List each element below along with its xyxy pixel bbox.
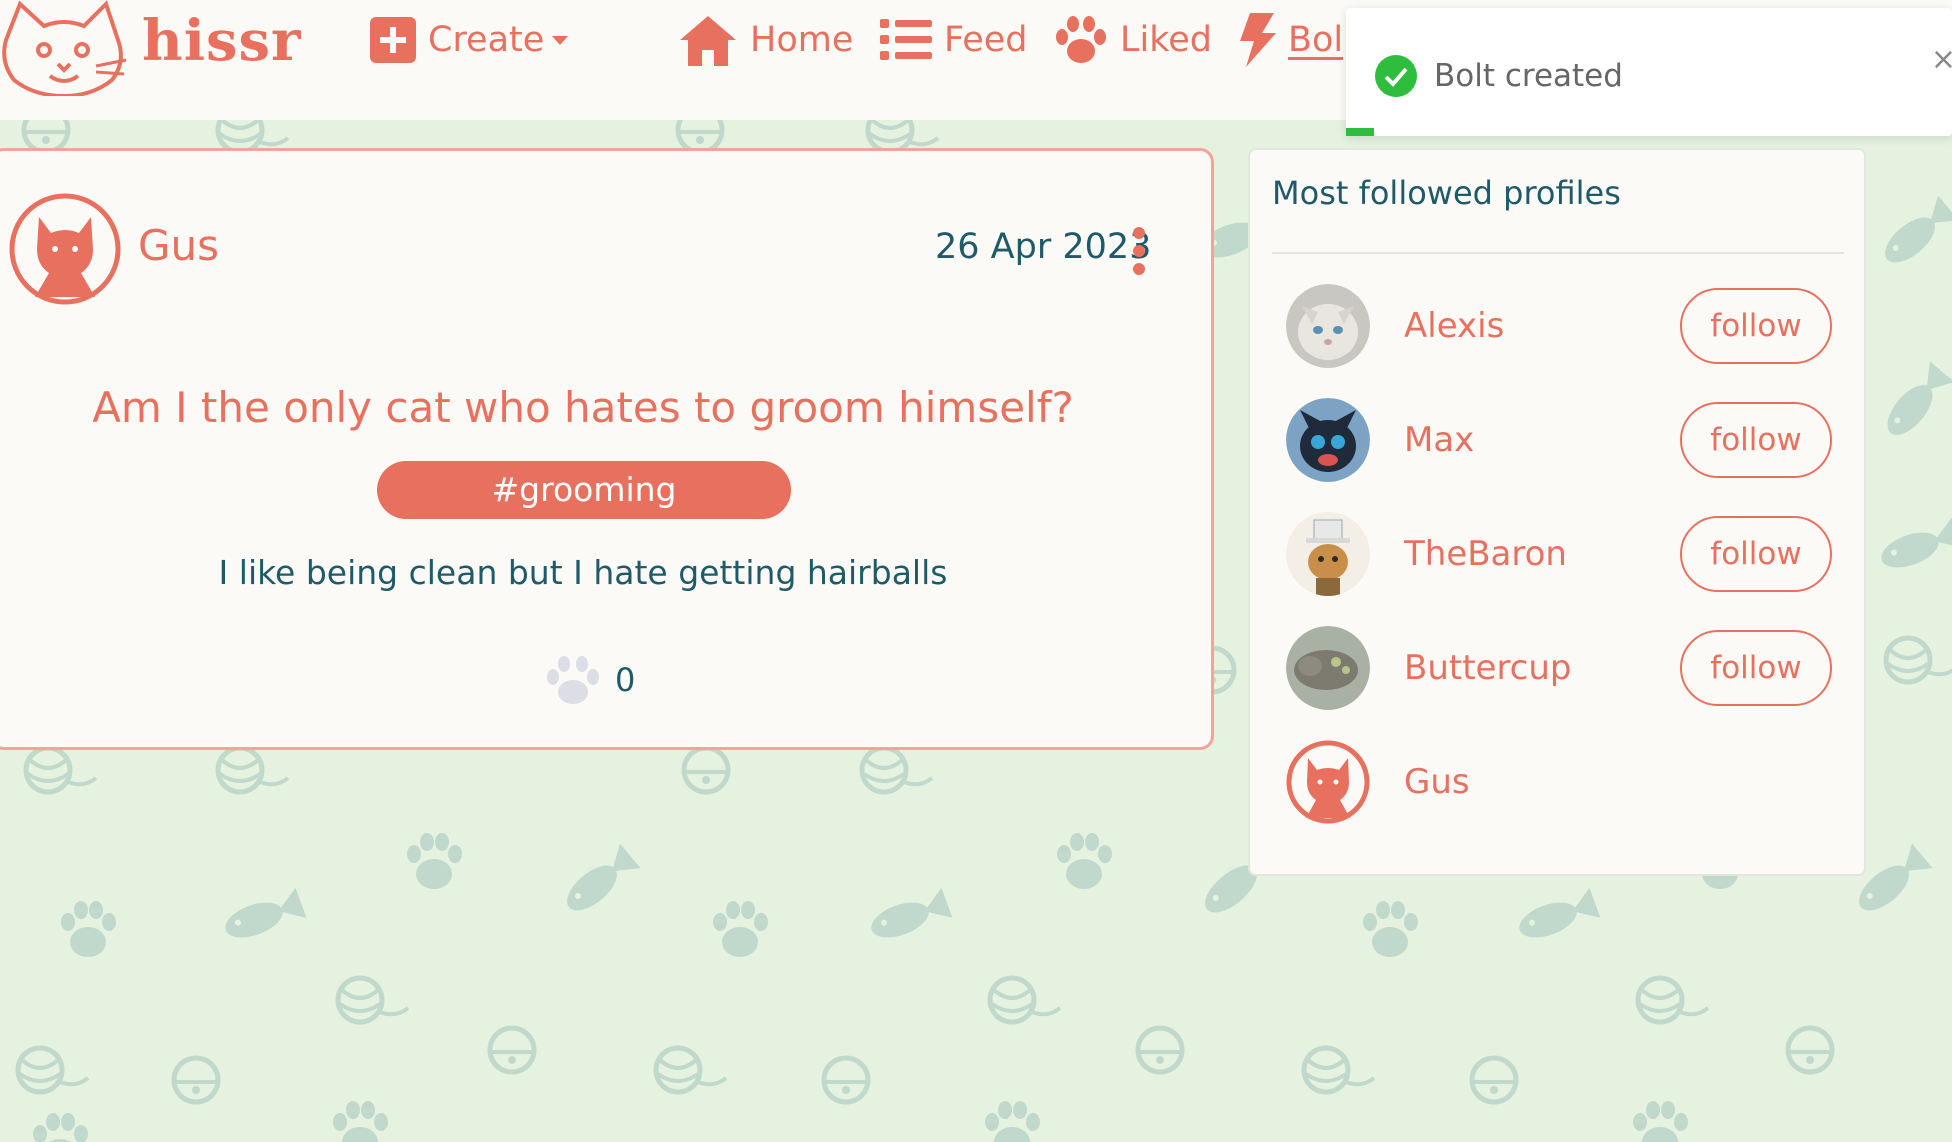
profile-name[interactable]: TheBaron [1404,534,1567,574]
avatar[interactable] [9,193,121,305]
post-date: 26 Apr 2023 [935,227,1152,267]
most-followed-sidebar: Most followed profiles Alexis follow Max… [1248,148,1866,876]
profile-row-max: Max follow [1286,398,1846,482]
nav-bolts-label: Bol [1288,20,1344,60]
more-options-icon[interactable] [1133,227,1147,275]
list-icon [880,19,932,60]
nav-bolts[interactable]: Bol [1236,13,1344,67]
profile-name[interactable]: Max [1404,420,1474,460]
post-card: Gus 26 Apr 2023 Am I the only cat who ha… [0,148,1214,750]
home-icon [680,16,736,66]
avatar[interactable] [1286,512,1370,596]
profile-row-buttercup: Buttercup follow [1286,626,1846,710]
plus-square-icon [370,17,416,63]
divider [1272,252,1844,254]
profile-name[interactable]: Buttercup [1404,648,1572,688]
paw-icon [1056,16,1106,63]
profile-row-thebaron: TheBaron follow [1286,512,1846,596]
post-body: I like being clean but I hate getting ha… [218,553,948,592]
sidebar-title: Most followed profiles [1272,174,1621,212]
nav-feed-label: Feed [944,20,1028,60]
profile-row-gus: Gus [1286,740,1846,824]
avatar[interactable] [1286,740,1370,824]
nav-home[interactable]: Home [678,14,853,66]
brand-name: hissr [142,8,302,74]
nav-create-label: Create [428,20,545,60]
follow-button[interactable]: follow [1680,288,1832,364]
post-title: Am I the only cat who hates to groom him… [92,383,1074,432]
bolt-icon [1240,13,1276,67]
nav-create-dropdown[interactable]: Create [370,14,569,66]
chevron-down-icon [552,35,569,45]
like-count: 0 [615,661,636,699]
profile-row-alexis: Alexis follow [1286,284,1846,368]
post-likes: 0 [545,655,635,705]
nav-home-label: Home [750,20,854,60]
profile-name[interactable]: Gus [1404,762,1470,802]
nav-liked-label: Liked [1120,20,1212,60]
follow-button[interactable]: follow [1680,630,1832,706]
check-circle-icon [1375,55,1417,97]
toast-notification: Bolt created × [1346,8,1952,136]
cat-face-icon [2,0,127,96]
toast-progress-bar [1346,128,1374,136]
avatar[interactable] [1286,398,1370,482]
profile-name[interactable]: Alexis [1404,306,1504,346]
nav-feed[interactable]: Feed [880,14,1028,66]
follow-button[interactable]: follow [1680,516,1832,592]
post-author[interactable]: Gus [138,221,219,270]
paw-like-icon[interactable] [545,655,601,705]
toast-message: Bolt created [1434,58,1623,94]
avatar[interactable] [1286,626,1370,710]
close-icon[interactable]: × [1931,42,1952,77]
nav-liked[interactable]: Liked [1054,14,1212,66]
follow-button[interactable]: follow [1680,402,1832,478]
hashtag-badge[interactable]: #grooming [377,461,791,519]
avatar[interactable] [1286,284,1370,368]
